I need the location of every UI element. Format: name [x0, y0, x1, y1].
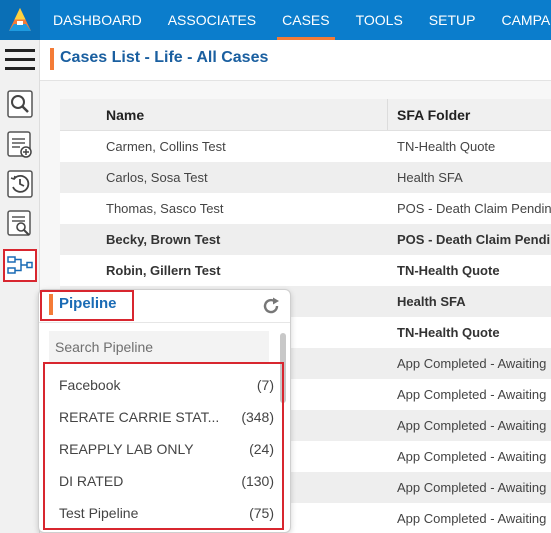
- top-nav-bar: DASHBOARD ASSOCIATES CASES TOOLS SETUP C…: [0, 0, 551, 40]
- nav-dashboard[interactable]: DASHBOARD: [40, 0, 155, 40]
- add-list-icon[interactable]: [7, 131, 33, 159]
- pipeline-item-name: REAPPLY LAB ONLY: [59, 441, 194, 457]
- row-name: Becky, Brown Test: [106, 232, 221, 247]
- row-sfa-folder: App Completed - Awaiting: [397, 387, 547, 402]
- nav-tools[interactable]: TOOLS: [343, 0, 416, 40]
- document-search-icon[interactable]: [7, 210, 33, 238]
- table-row[interactable]: Becky, Brown Test POS - Death Claim Pend…: [60, 224, 551, 255]
- pipeline-divider: [39, 322, 290, 323]
- pipeline-item-count: (348): [241, 409, 274, 425]
- pipeline-item-di-rated[interactable]: DI RATED (130): [59, 465, 274, 497]
- history-icon[interactable]: [7, 170, 33, 198]
- pipeline-item-name: Facebook: [59, 377, 121, 393]
- table-row[interactable]: Robin, Gillern Test TN-Health Quote: [60, 255, 551, 286]
- table-row[interactable]: Thomas, Sasco Test POS - Death Claim Pen…: [60, 193, 551, 224]
- pipeline-item-count: (130): [241, 473, 274, 489]
- nav-setup[interactable]: SETUP: [416, 0, 489, 40]
- row-sfa-folder: App Completed - Awaiting: [397, 356, 547, 371]
- row-sfa-folder: TN-Health Quote: [397, 263, 500, 278]
- row-sfa-folder: App Completed - Awaiting: [397, 418, 547, 433]
- row-name: Robin, Gillern Test: [106, 263, 221, 278]
- column-header-sfa-folder[interactable]: SFA Folder: [397, 99, 551, 130]
- table-header: Name SFA Folder: [60, 99, 551, 131]
- row-sfa-folder: Health SFA: [397, 170, 463, 185]
- pipeline-item-count: (7): [256, 377, 274, 393]
- nav-associates[interactable]: ASSOCIATES: [155, 0, 269, 40]
- pipeline-toggle-button[interactable]: [3, 249, 37, 282]
- row-sfa-folder: TN-Health Quote: [397, 325, 500, 340]
- pipeline-icon: [7, 256, 33, 274]
- pipeline-item-test[interactable]: Test Pipeline (75): [59, 497, 274, 529]
- hamburger-menu-icon[interactable]: [5, 49, 35, 71]
- page-title: Cases List - Life - All Cases: [60, 49, 269, 66]
- pipeline-item-rerate[interactable]: RERATE CARRIE STAT... (348): [59, 401, 274, 433]
- row-name: Carmen, Collins Test: [106, 139, 226, 154]
- row-sfa-folder: App Completed - Awaiting: [397, 480, 547, 495]
- column-header-name[interactable]: Name: [106, 99, 144, 130]
- pipeline-item-name: RERATE CARRIE STAT...: [59, 409, 220, 425]
- pipeline-item-reapply[interactable]: REAPPLY LAB ONLY (24): [59, 433, 274, 465]
- nav-cases[interactable]: CASES: [269, 0, 342, 40]
- row-sfa-folder: App Completed - Awaiting: [397, 449, 547, 464]
- pipeline-item-name: DI RATED: [59, 473, 124, 489]
- row-sfa-folder: POS - Death Claim Pending: [397, 201, 551, 216]
- pipeline-title: Pipeline: [59, 295, 117, 312]
- table-row[interactable]: Carlos, Sosa Test Health SFA: [60, 162, 551, 193]
- pipeline-item-facebook[interactable]: Facebook (7): [59, 369, 274, 401]
- row-sfa-folder: TN-Health Quote: [397, 139, 496, 154]
- app-logo-icon[interactable]: [0, 0, 40, 40]
- row-name: Carlos, Sosa Test: [106, 170, 208, 185]
- nav-campaign[interactable]: CAMPAIGN: [488, 0, 551, 40]
- column-divider: [387, 99, 388, 130]
- pipeline-item-count: (24): [249, 441, 274, 457]
- pipeline-title-accent: [49, 294, 53, 315]
- row-sfa-folder: POS - Death Claim Pending: [397, 232, 551, 247]
- pipeline-search-input[interactable]: [49, 331, 269, 363]
- main-nav: DASHBOARD ASSOCIATES CASES TOOLS SETUP C…: [40, 0, 551, 40]
- row-sfa-folder: App Completed - Awaiting: [397, 511, 547, 526]
- row-sfa-folder: Health SFA: [397, 294, 466, 309]
- title-accent: [50, 48, 54, 70]
- search-tool-icon[interactable]: [7, 90, 33, 118]
- pipeline-item-count: (75): [249, 505, 274, 521]
- row-name: Thomas, Sasco Test: [106, 201, 224, 216]
- pipeline-item-name: Test Pipeline: [59, 505, 139, 521]
- refresh-icon[interactable]: [261, 296, 281, 316]
- table-row[interactable]: Carmen, Collins Test TN-Health Quote: [60, 131, 551, 162]
